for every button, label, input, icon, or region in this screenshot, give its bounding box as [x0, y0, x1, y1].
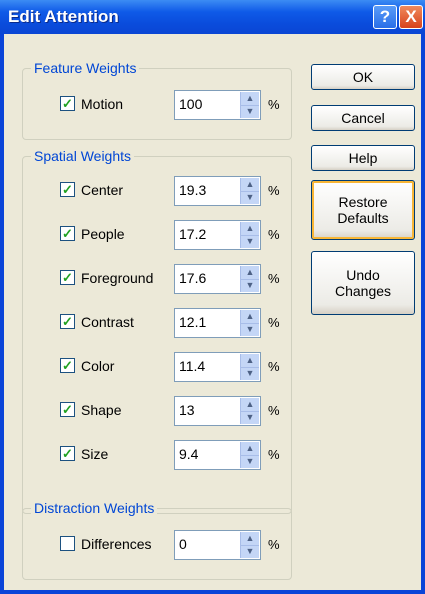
weight-row-color: ✓ Color 11.4 ▲ ▼ % — [60, 352, 290, 382]
spin-up-icon[interactable]: ▲ — [241, 398, 259, 412]
undo-changes-line1: Undo — [346, 267, 380, 283]
weight-row-center: ✓ Center 19.3 ▲ ▼ % — [60, 176, 290, 206]
shape-checkbox[interactable]: ✓ — [60, 402, 75, 417]
color-checkbox[interactable]: ✓ — [60, 358, 75, 373]
spin-down-icon[interactable]: ▼ — [241, 191, 259, 204]
people-label: People — [81, 226, 125, 242]
percent-unit: % — [268, 537, 280, 552]
group-title-distraction: Distraction Weights — [31, 500, 158, 516]
size-checkbox[interactable]: ✓ — [60, 446, 75, 461]
percent-unit: % — [268, 227, 280, 242]
percent-unit: % — [268, 447, 280, 462]
spin-down-icon[interactable]: ▼ — [241, 105, 259, 118]
contrast-value: 12.1 — [179, 314, 207, 330]
spin-up-icon[interactable]: ▲ — [241, 354, 259, 368]
spin-buttons: ▲ ▼ — [240, 222, 259, 248]
center-label: Center — [81, 182, 124, 198]
foreground-value: 17.6 — [179, 270, 207, 286]
spin-down-icon[interactable]: ▼ — [241, 235, 259, 248]
contrast-spinbox[interactable]: 12.1 ▲ ▼ — [174, 308, 261, 338]
spin-down-icon[interactable]: ▼ — [241, 367, 259, 380]
spin-down-icon[interactable]: ▼ — [241, 279, 259, 292]
differences-checkbox[interactable] — [60, 536, 75, 551]
weight-row-shape: ✓ Shape 13 ▲ ▼ % — [60, 396, 290, 426]
center-checkbox[interactable]: ✓ — [60, 182, 75, 197]
ok-button[interactable]: OK — [311, 64, 415, 90]
contrast-checkbox[interactable]: ✓ — [60, 314, 75, 329]
spin-up-icon[interactable]: ▲ — [241, 532, 259, 546]
dialog-body: Feature Weights ✓ Motion 100 ▲ ▼ % Spati… — [4, 34, 421, 590]
weight-row-differences: Differences 0 ▲ ▼ % — [60, 530, 290, 560]
size-label: Size — [81, 446, 109, 462]
foreground-checkbox[interactable]: ✓ — [60, 270, 75, 285]
spin-buttons: ▲ ▼ — [240, 442, 259, 468]
title-bar[interactable]: Edit Attention ? X — [0, 0, 425, 34]
contrast-label: Contrast — [81, 314, 134, 330]
group-title-feature: Feature Weights — [31, 60, 140, 76]
spin-down-icon[interactable]: ▼ — [241, 545, 259, 558]
weight-row-foreground: ✓ Foreground 17.6 ▲ ▼ % — [60, 264, 290, 294]
group-title-spatial: Spatial Weights — [31, 148, 135, 164]
percent-unit: % — [268, 403, 280, 418]
weight-row-contrast: ✓ Contrast 12.1 ▲ ▼ % — [60, 308, 290, 338]
spin-down-icon[interactable]: ▼ — [241, 323, 259, 336]
spin-up-icon[interactable]: ▲ — [241, 310, 259, 324]
spin-up-icon[interactable]: ▲ — [241, 266, 259, 280]
shape-label: Shape — [81, 402, 122, 418]
spin-buttons: ▲ ▼ — [240, 178, 259, 204]
motion-spinbox[interactable]: 100 ▲ ▼ — [174, 90, 261, 120]
motion-label: Motion — [81, 96, 124, 112]
percent-unit: % — [268, 97, 280, 112]
spin-buttons: ▲ ▼ — [240, 532, 259, 558]
differences-label: Differences — [81, 536, 152, 552]
color-value: 11.4 — [179, 358, 206, 374]
spin-up-icon[interactable]: ▲ — [241, 178, 259, 192]
cancel-button[interactable]: Cancel — [311, 105, 415, 131]
motion-value: 100 — [179, 96, 203, 112]
undo-changes-line2: Changes — [334, 283, 392, 299]
differences-value: 0 — [179, 536, 187, 552]
people-checkbox[interactable]: ✓ — [60, 226, 75, 241]
close-icon[interactable]: X — [399, 5, 423, 29]
spin-up-icon[interactable]: ▲ — [241, 442, 259, 456]
percent-unit: % — [268, 359, 280, 374]
help-icon[interactable]: ? — [373, 5, 397, 29]
center-value: 19.3 — [179, 182, 207, 198]
spin-buttons: ▲ ▼ — [240, 354, 259, 380]
edit-attention-dialog: Edit Attention ? X Feature Weights ✓ Mot… — [0, 0, 425, 594]
weight-row-motion: ✓ Motion 100 ▲ ▼ % — [60, 90, 290, 120]
spin-up-icon[interactable]: ▲ — [241, 92, 259, 106]
size-spinbox[interactable]: 9.4 ▲ ▼ — [174, 440, 261, 470]
percent-unit: % — [268, 271, 280, 286]
weight-row-people: ✓ People 17.2 ▲ ▼ % — [60, 220, 290, 250]
shape-value: 13 — [179, 402, 195, 418]
spin-buttons: ▲ ▼ — [240, 310, 259, 336]
people-spinbox[interactable]: 17.2 ▲ ▼ — [174, 220, 261, 250]
people-value: 17.2 — [179, 226, 207, 242]
dialog-title: Edit Attention — [8, 7, 119, 26]
differences-spinbox[interactable]: 0 ▲ ▼ — [174, 530, 261, 560]
foreground-label: Foreground — [81, 270, 154, 286]
color-label: Color — [81, 358, 115, 374]
weight-row-size: ✓ Size 9.4 ▲ ▼ % — [60, 440, 290, 470]
spin-down-icon[interactable]: ▼ — [241, 411, 259, 424]
foreground-spinbox[interactable]: 17.6 ▲ ▼ — [174, 264, 261, 294]
percent-unit: % — [268, 315, 280, 330]
spin-buttons: ▲ ▼ — [240, 266, 259, 292]
shape-spinbox[interactable]: 13 ▲ ▼ — [174, 396, 261, 426]
center-spinbox[interactable]: 19.3 ▲ ▼ — [174, 176, 261, 206]
undo-changes-button[interactable]: Undo Changes — [311, 251, 415, 315]
spin-buttons: ▲ ▼ — [240, 398, 259, 424]
restore-defaults-button[interactable]: Restore Defaults — [311, 180, 415, 240]
help-button[interactable]: Help — [311, 145, 415, 171]
percent-unit: % — [268, 183, 280, 198]
spin-buttons: ▲ ▼ — [240, 92, 259, 118]
restore-defaults-line2: Defaults — [337, 210, 389, 226]
motion-checkbox[interactable]: ✓ — [60, 96, 75, 111]
spin-down-icon[interactable]: ▼ — [241, 455, 259, 468]
color-spinbox[interactable]: 11.4 ▲ ▼ — [174, 352, 261, 382]
restore-defaults-line1: Restore — [338, 194, 388, 210]
size-value: 9.4 — [179, 446, 199, 462]
spin-up-icon[interactable]: ▲ — [241, 222, 259, 236]
